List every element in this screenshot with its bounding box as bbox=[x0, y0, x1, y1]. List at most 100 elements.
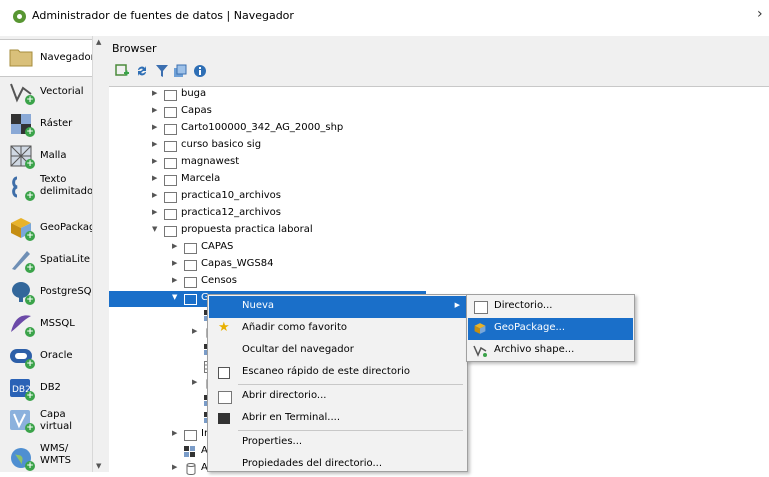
sidebar-item-postgresql[interactable]: + PostgreSQL bbox=[0, 275, 92, 311]
expand-arrow-icon[interactable]: ▶ bbox=[172, 429, 177, 437]
sidebar-item-navegador[interactable]: Navegador bbox=[0, 39, 92, 77]
menu-item-directory-properties[interactable]: Propiedades del directorio... bbox=[209, 454, 466, 476]
expand-arrow-icon[interactable]: ▶ bbox=[172, 242, 177, 250]
folder-icon bbox=[164, 90, 177, 101]
plus-icon: + bbox=[25, 423, 35, 433]
collapse-arrow-icon[interactable]: ▼ bbox=[152, 225, 157, 233]
plus-icon: + bbox=[25, 231, 35, 241]
submenu-item-shapefile[interactable]: Archivo shape... bbox=[468, 340, 633, 362]
terminal-icon bbox=[218, 413, 230, 424]
info-icon[interactable] bbox=[193, 64, 207, 78]
sidebar-item-spatialite[interactable]: + SpatiaLite bbox=[0, 243, 92, 279]
tree-item-database[interactable]: ▶Ac bbox=[172, 461, 213, 477]
sidebar-item-label: MSSQL bbox=[40, 318, 75, 329]
sidebar-item-geopackage[interactable]: + GeoPackage bbox=[0, 211, 92, 247]
sidebar-item-malla[interactable]: + Malla bbox=[0, 139, 92, 175]
sidebar-item-db2[interactable]: DB2 + DB2 bbox=[0, 371, 92, 407]
sidebar-item-label: Vectorial bbox=[40, 86, 84, 97]
add-layer-icon[interactable] bbox=[115, 64, 129, 78]
folder-icon bbox=[164, 107, 177, 118]
expand-arrow-icon[interactable]: ▶ bbox=[152, 174, 157, 182]
chevron-right-icon[interactable]: › bbox=[757, 6, 763, 22]
menu-item-properties[interactable]: Properties... bbox=[209, 432, 466, 454]
sidebar-item-label: Navegador bbox=[40, 52, 93, 63]
qgis-logo-icon bbox=[13, 10, 26, 23]
sidebar-item-label: Capa virtual bbox=[40, 409, 72, 432]
expand-arrow-icon[interactable]: ▶ bbox=[152, 106, 157, 114]
plus-icon: + bbox=[25, 191, 35, 201]
context-menu: Nueva ▶ ★ Añadir como favorito Ocultar d… bbox=[207, 294, 468, 472]
expand-arrow-icon[interactable]: ▶ bbox=[152, 123, 157, 131]
submenu-arrow-icon: ▶ bbox=[454, 301, 460, 309]
plus-icon: + bbox=[25, 127, 35, 137]
menu-item-add-favorite[interactable]: ★ Añadir como favorito bbox=[209, 318, 466, 340]
menu-separator bbox=[238, 384, 463, 385]
raster-file-icon bbox=[184, 446, 195, 457]
sidebar-item-raster[interactable]: + Ráster bbox=[0, 107, 92, 143]
submenu-nueva: Directorio... GeoPackage... Archivo shap… bbox=[466, 294, 635, 362]
sidebar-item-label: Ráster bbox=[40, 118, 73, 129]
expand-arrow-icon[interactable]: ▶ bbox=[152, 191, 157, 199]
sidebar-item-texto-delimitado[interactable]: + Texto delimitado bbox=[0, 171, 92, 211]
expand-arrow-icon[interactable]: ▶ bbox=[152, 89, 157, 97]
sidebar-item-vectorial[interactable]: + Vectorial bbox=[0, 75, 92, 111]
expand-arrow-icon[interactable]: ▶ bbox=[152, 208, 157, 216]
submenu-item-geopackage[interactable]: GeoPackage... bbox=[468, 318, 633, 340]
expand-arrow-icon[interactable]: ▶ bbox=[152, 157, 157, 165]
tree-item-folder[interactable]: ▶ Marcela bbox=[152, 172, 452, 188]
tree-item-raster[interactable]: Ac bbox=[172, 444, 213, 460]
tree-item-folder[interactable]: ▶ curso basico sig bbox=[152, 138, 452, 154]
geopackage-icon bbox=[474, 323, 486, 334]
tree-item-folder[interactable]: ▶ Carto100000_342_AG_2000_shp bbox=[152, 121, 452, 137]
folder-icon bbox=[164, 175, 177, 186]
tree-item-folder[interactable]: ▶ practica12_archivos bbox=[152, 206, 452, 222]
panel-title: Browser bbox=[112, 42, 157, 55]
menu-item-fast-scan[interactable]: Escaneo rápido de este directorio bbox=[209, 362, 466, 384]
collapse-all-icon[interactable] bbox=[173, 64, 187, 78]
star-icon: ★ bbox=[218, 320, 230, 335]
shapefile-icon bbox=[473, 345, 487, 357]
sidebar-scrollbar[interactable]: ▲ ▼ bbox=[92, 36, 105, 472]
scroll-up-arrow-icon[interactable]: ▲ bbox=[96, 38, 101, 46]
sidebar-item-capa-virtual[interactable]: + Capa virtual bbox=[0, 403, 92, 441]
sidebar-item-oracle[interactable]: + Oracle bbox=[0, 339, 92, 375]
sidebar-item-label: DB2 bbox=[40, 382, 61, 393]
expand-arrow-icon[interactable]: ▶ bbox=[172, 463, 177, 471]
tree-item-folder-expanded[interactable]: ▼ propuesta practica laboral bbox=[152, 223, 452, 239]
plus-icon: + bbox=[25, 95, 35, 105]
source-list: Navegador + Vectorial + Ráster + Malla +… bbox=[0, 36, 93, 472]
expand-arrow-icon[interactable]: ▶ bbox=[192, 327, 197, 335]
scroll-down-arrow-icon[interactable]: ▼ bbox=[96, 462, 101, 470]
tree-item-folder[interactable]: ▶ CAPAS bbox=[172, 240, 452, 256]
database-icon bbox=[186, 463, 196, 475]
collapse-arrow-icon[interactable]: ▼ bbox=[172, 293, 177, 301]
sidebar-item-label: Texto delimitado bbox=[40, 174, 93, 197]
filter-icon[interactable] bbox=[155, 64, 169, 78]
tree-item-folder[interactable]: ▶ Capas_WGS84 bbox=[172, 257, 452, 273]
refresh-icon[interactable] bbox=[135, 64, 149, 78]
tree-item-folder[interactable]: ▶ practica10_archivos bbox=[152, 189, 452, 205]
expand-arrow-icon[interactable]: ▶ bbox=[192, 378, 197, 386]
expand-arrow-icon[interactable]: ▶ bbox=[172, 259, 177, 267]
tree-item-folder[interactable]: ▶Im bbox=[172, 427, 214, 443]
tree-item-folder[interactable]: ▶ magnawest bbox=[152, 155, 452, 171]
submenu-item-directorio[interactable]: Directorio... bbox=[468, 296, 633, 318]
folder-icon bbox=[164, 192, 177, 203]
sidebar-item-label: PostgreSQL bbox=[40, 286, 93, 297]
menu-item-open-directory[interactable]: Abrir directorio... bbox=[209, 386, 466, 408]
checkbox[interactable] bbox=[218, 367, 230, 379]
expand-arrow-icon[interactable]: ▶ bbox=[152, 140, 157, 148]
folder-icon bbox=[184, 243, 197, 254]
expand-arrow-icon[interactable]: ▶ bbox=[172, 276, 177, 284]
plus-icon: + bbox=[25, 461, 35, 471]
tree-item-folder[interactable]: ▶ Capas bbox=[152, 104, 452, 120]
plus-icon: + bbox=[25, 159, 35, 169]
menu-item-nueva[interactable]: Nueva ▶ bbox=[209, 296, 466, 318]
sidebar-item-wms-wmts[interactable]: + WMS/ WMTS bbox=[0, 441, 92, 472]
tree-item-folder[interactable]: ▶ Censos bbox=[172, 274, 452, 290]
menu-item-open-terminal[interactable]: Abrir en Terminal.... bbox=[209, 408, 466, 430]
menu-item-hide[interactable]: Ocultar del navegador bbox=[209, 340, 466, 362]
tree-item-folder[interactable]: ▶ buga bbox=[152, 87, 452, 103]
sidebar-item-label: Oracle bbox=[40, 350, 73, 361]
sidebar-item-mssql[interactable]: + MSSQL bbox=[0, 307, 92, 343]
